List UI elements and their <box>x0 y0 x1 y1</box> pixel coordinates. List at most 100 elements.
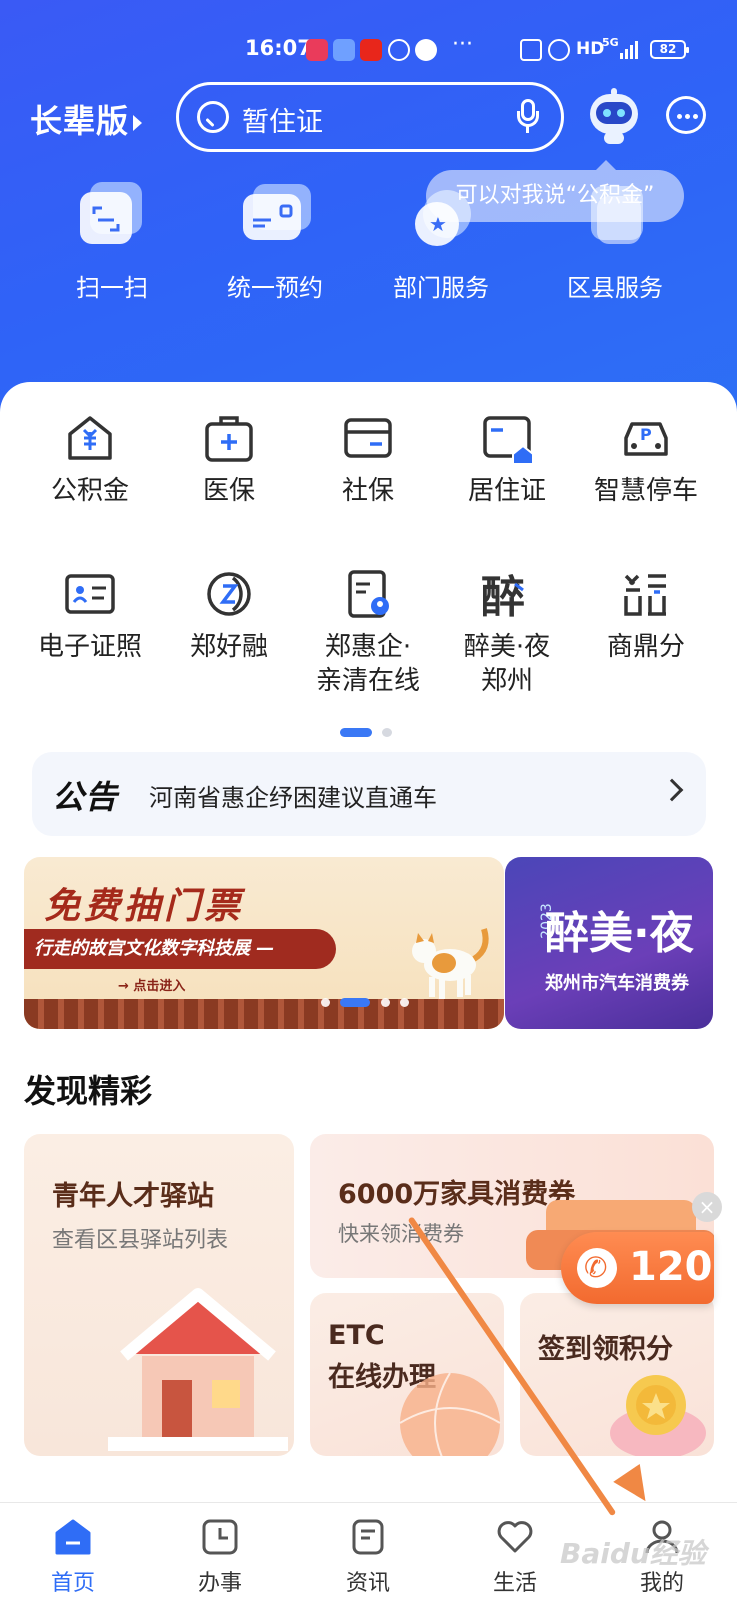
emergency-120-button[interactable]: 120 <box>561 1232 714 1304</box>
quick-action-label: 统一预约 <box>227 274 323 302</box>
social-security-card-icon <box>340 410 396 466</box>
banner-side-subtitle: 郑州市汽车消费券 <box>545 973 689 994</box>
notification-hand-icon <box>388 39 410 61</box>
service-zhenghuiqi[interactable]: 郑惠企· 亲清在线 <box>298 566 438 698</box>
service-label: 郑好融 <box>189 632 268 662</box>
service-housing-fund[interactable]: 公积金 <box>20 410 160 508</box>
shangding-icon <box>618 566 674 622</box>
notice-text: 河南省惠企纾困建议直通车 <box>149 784 437 812</box>
alarm-icon <box>548 39 570 61</box>
hero-header: 16:07 ··· HD 5G 82 长辈版 暂住证 扫一扫 统一预约 ★ 部门… <box>0 0 737 420</box>
service-residence-permit[interactable]: 居住证 <box>437 410 577 508</box>
assistant-tooltip: 可以对我说“公积金” <box>426 160 684 222</box>
message-icon[interactable] <box>666 96 706 134</box>
residence-permit-icon <box>479 410 535 466</box>
quick-action-appointment[interactable]: 统一预约 <box>200 182 350 303</box>
search-placeholder: 暂住证 <box>242 107 323 138</box>
network-indicator: 5G <box>602 36 619 49</box>
status-bar: 16:07 ··· HD 5G 82 <box>0 30 737 70</box>
clock-icon <box>200 1517 240 1557</box>
service-label: 郑惠企· 亲清在线 <box>315 632 420 696</box>
status-time: 16:07 <box>245 36 312 60</box>
night-zhengzhou-icon: 醉 <box>479 566 535 623</box>
id-card-icon <box>62 566 118 622</box>
scan-icon <box>80 182 144 246</box>
chevron-right-icon <box>660 778 684 802</box>
banner-night-zhengzhou[interactable]: 2023 醉美·夜 郑州市汽车消费券 <box>505 857 713 1029</box>
banner-enter-link: → 点击进入 <box>118 979 186 994</box>
roof-tiles-decoration <box>24 999 504 1029</box>
service-smart-parking[interactable]: P 智慧停车 <box>576 410 716 508</box>
enterprise-document-icon <box>340 566 396 622</box>
home-icon <box>53 1517 93 1557</box>
service-night-zhengzhou[interactable]: 醉 醉美·夜 郑州 <box>437 566 577 698</box>
tile-title: 青年人才驿站 <box>52 1181 214 1212</box>
notification-app-icon <box>306 39 328 61</box>
tab-life[interactable]: 生活 <box>465 1517 565 1597</box>
snow-house-illustration <box>108 1284 288 1454</box>
tile-subtitle: 查看区县驿站列表 <box>52 1228 229 1253</box>
notice-bar[interactable]: 公告 河南省惠企纾困建议直通车 <box>32 752 706 836</box>
emergency-number: 120 <box>629 1244 713 1290</box>
heart-icon <box>495 1517 535 1557</box>
service-label: 居住证 <box>467 476 546 506</box>
banner-dot <box>400 998 409 1007</box>
search-bar[interactable]: 暂住证 <box>176 82 564 152</box>
close-icon[interactable]: × <box>692 1192 722 1222</box>
tab-label: 首页 <box>50 1571 95 1596</box>
elder-mode-toggle[interactable]: 长辈版 <box>30 96 143 142</box>
quick-action-label: 扫一扫 <box>76 274 148 302</box>
pager-dot-active <box>340 728 372 737</box>
finance-coin-icon <box>201 566 257 622</box>
banner-dot-active <box>340 998 370 1007</box>
notice-tag-a: 公 <box>52 778 86 816</box>
banner-subtitle: 行走的故宫文化数字科技展 — <box>24 929 336 969</box>
assistant-robot-icon[interactable] <box>588 88 640 144</box>
watermark: Baidu经验 <box>560 1537 706 1570</box>
battery-icon: 82 <box>650 40 689 59</box>
service-e-license[interactable]: 电子证照 <box>20 566 160 664</box>
phone-icon <box>577 1248 617 1288</box>
banner-dot <box>381 998 390 1007</box>
service-label: 智慧停车 <box>593 476 698 506</box>
tab-home[interactable]: 首页 <box>23 1517 123 1597</box>
tab-label: 办事 <box>197 1571 242 1596</box>
notification-chat-icon <box>415 39 437 61</box>
tab-news[interactable]: 资讯 <box>318 1517 418 1597</box>
quick-action-label: 区县服务 <box>567 274 663 302</box>
service-medical-insurance[interactable]: 医保 <box>159 410 299 508</box>
discover-title: 发现精彩 <box>24 1072 153 1110</box>
notice-tag-b: 告 <box>85 778 119 816</box>
sphere-illustration <box>380 1353 504 1456</box>
tile-checkin-points[interactable]: 签到领积分 <box>520 1293 714 1456</box>
quick-action-scan[interactable]: 扫一扫 <box>37 182 187 303</box>
news-icon <box>348 1517 388 1557</box>
tab-services[interactable]: 办事 <box>170 1517 270 1597</box>
nfc-icon <box>520 39 542 61</box>
svg-text:醉: 醉 <box>481 572 525 622</box>
microphone-icon[interactable] <box>517 99 539 133</box>
caret-right-icon <box>133 115 143 131</box>
service-label: 社保 <box>341 476 394 506</box>
banner-side-title: 醉美·夜 <box>545 908 694 959</box>
parking-car-icon: P <box>618 410 674 466</box>
service-zhenghaorong[interactable]: 郑好融 <box>159 566 299 664</box>
banner-title: 免费抽门票 <box>44 885 245 927</box>
coin-hand-illustration <box>600 1363 710 1456</box>
service-shangding[interactable]: 商鼎分 <box>576 566 716 664</box>
pager-dot <box>382 728 392 737</box>
more-notifications-icon: ··· <box>452 32 473 57</box>
elder-mode-label: 长辈版 <box>30 102 130 140</box>
cat-illustration <box>404 919 494 1003</box>
hd-indicator: HD <box>576 39 605 59</box>
service-social-security[interactable]: 社保 <box>298 410 438 508</box>
quick-action-label: 部门服务 <box>393 274 489 302</box>
tile-youth-talent[interactable]: 青年人才驿站 查看区县驿站列表 <box>24 1134 294 1456</box>
tile-title: 签到领积分 <box>538 1334 673 1365</box>
service-label: 医保 <box>202 476 255 506</box>
tab-label: 资讯 <box>345 1571 390 1596</box>
medical-kit-icon <box>201 410 257 466</box>
banner-free-ticket[interactable]: 免费抽门票 行走的故宫文化数字科技展 — → 点击进入 <box>24 857 504 1029</box>
banner-dot <box>321 998 330 1007</box>
notification-news-icon <box>360 39 382 61</box>
